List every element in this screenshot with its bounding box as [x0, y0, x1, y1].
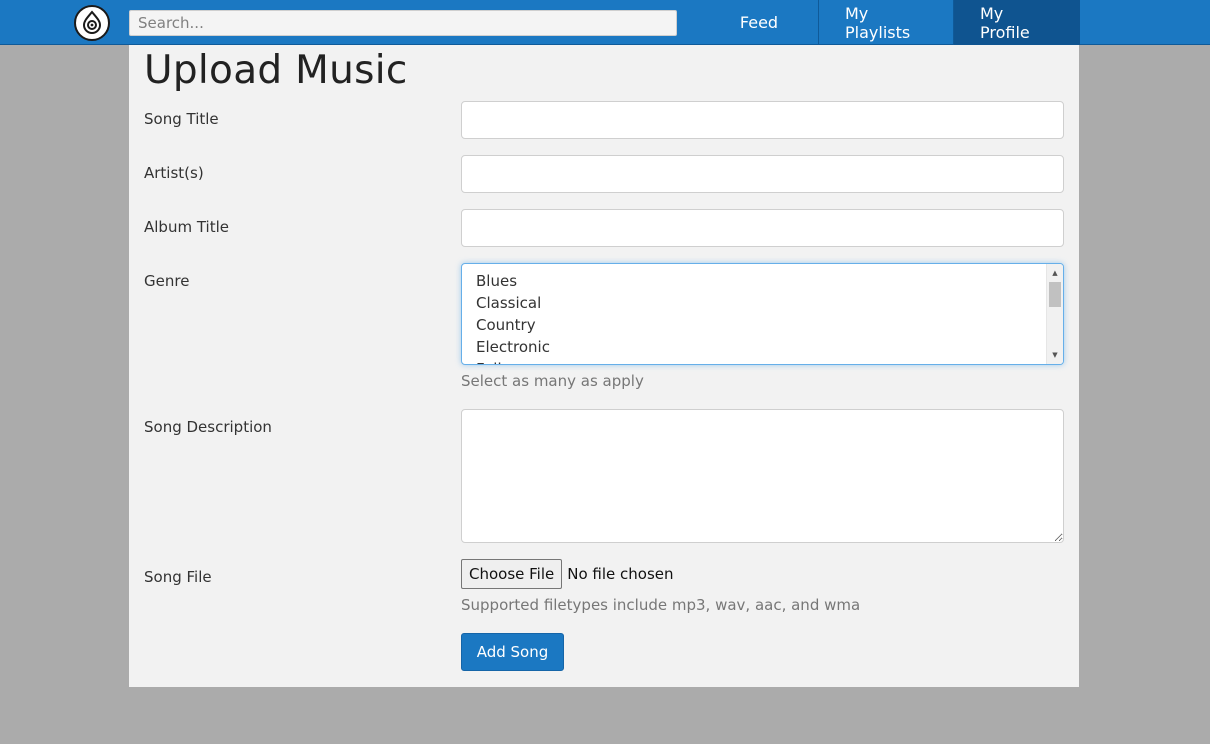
file-help-text: Supported filetypes include mp3, wav, aa… [461, 596, 861, 614]
file-picker: Choose File No file chosen [461, 559, 674, 589]
genre-multiselect[interactable]: BluesClassicalCountryElectronicFolk ▲ ▼ [461, 263, 1064, 365]
nav-links: Feed My Playlists My Profile [700, 0, 1080, 45]
navbar-inner: Feed My Playlists My Profile [72, 0, 1080, 45]
artists-label: Artist(s) [144, 164, 204, 182]
song-description-textarea[interactable] [461, 409, 1064, 543]
music-drop-logo-icon[interactable] [74, 5, 110, 41]
genre-label: Genre [144, 272, 190, 290]
nav-feed[interactable]: Feed [700, 0, 818, 45]
genre-option[interactable]: Classical [476, 292, 550, 314]
scroll-up-arrow-icon[interactable]: ▲ [1047, 266, 1063, 280]
search-input[interactable] [129, 10, 677, 36]
genre-options-list: BluesClassicalCountryElectronicFolk [476, 270, 550, 364]
genre-option[interactable]: Electronic [476, 336, 550, 358]
album-title-input[interactable] [461, 209, 1064, 247]
song-description-label: Song Description [144, 418, 272, 436]
genre-help-text: Select as many as apply [461, 372, 644, 390]
upload-form-panel: Upload Music Song Title Artist(s) Album … [129, 45, 1079, 687]
file-status-text: No file chosen [567, 565, 674, 583]
nav-my-profile[interactable]: My Profile [954, 0, 1080, 45]
add-song-button[interactable]: Add Song [461, 633, 564, 671]
page-title: Upload Music [144, 48, 408, 93]
genre-option[interactable]: Country [476, 314, 550, 336]
album-title-label: Album Title [144, 218, 229, 236]
artists-input[interactable] [461, 155, 1064, 193]
top-navbar: Feed My Playlists My Profile [0, 0, 1210, 45]
song-title-input[interactable] [461, 101, 1064, 139]
choose-file-button[interactable]: Choose File [461, 559, 563, 589]
song-file-label: Song File [144, 568, 212, 586]
scrollbar-thumb[interactable] [1049, 282, 1061, 307]
genre-scrollbar[interactable]: ▲ ▼ [1046, 264, 1063, 364]
scroll-down-arrow-icon[interactable]: ▼ [1047, 348, 1063, 362]
genre-option[interactable]: Blues [476, 270, 550, 292]
song-title-label: Song Title [144, 110, 219, 128]
genre-option[interactable]: Folk [476, 358, 550, 364]
nav-my-playlists[interactable]: My Playlists [818, 0, 954, 45]
